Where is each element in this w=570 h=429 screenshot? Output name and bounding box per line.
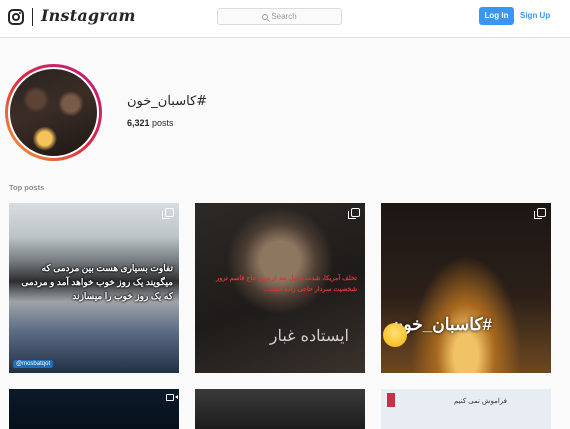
signup-link[interactable]: Sign Up	[520, 7, 550, 25]
post-6-caption: فراموش نمی کنیم	[454, 398, 507, 405]
post-2-caption: تخلف آمریکا، شدت تحمل بعد از ترور حاج قا…	[216, 275, 357, 293]
bookmark-ribbon-icon	[387, 393, 395, 407]
video-icon	[166, 394, 178, 401]
multi-photo-icon	[162, 208, 174, 219]
instagram-wordmark[interactable]: Instagram	[41, 6, 136, 25]
search-input[interactable]: Search	[217, 8, 342, 25]
post-tile-2[interactable]: تخلف آمریکا، شدت تحمل بعد از ترور حاج قا…	[195, 203, 365, 373]
post-count-value: 6,321	[127, 118, 150, 128]
login-button[interactable]: Log In	[479, 7, 514, 25]
hashtag-title: #کاسبان_خون	[127, 94, 208, 109]
post-tile-6[interactable]: فراموش نمی کنیم	[381, 389, 551, 429]
top-posts-heading: Top posts	[9, 183, 45, 192]
post-tile-4[interactable]	[9, 389, 179, 429]
post-2-signature: ایستاده غبار	[269, 326, 349, 345]
top-navigation-bar: Instagram Search Log In Sign Up	[0, 0, 570, 38]
post-tile-1[interactable]: تفاوت بسیاری هست بین مردمی که میگویند یک…	[9, 203, 179, 373]
crying-emoji-icon	[383, 323, 407, 347]
post-tile-3[interactable]: #کاسبان_خون	[381, 203, 551, 373]
search-placeholder: Search	[271, 12, 297, 21]
logo-divider	[32, 8, 33, 26]
hashtag-avatar-image	[8, 67, 99, 158]
instagram-camera-icon[interactable]	[8, 9, 24, 25]
search-icon	[262, 13, 269, 20]
post-count-suffix: posts	[152, 118, 174, 128]
hashtag-avatar	[5, 64, 102, 161]
multi-photo-icon	[534, 208, 546, 219]
multi-photo-icon	[348, 208, 360, 219]
post-1-caption: تفاوت بسیاری هست بین مردمی که میگویند یک…	[21, 263, 173, 301]
post-1-handle: @mosbatqot	[13, 360, 54, 368]
post-count: 6,321 posts	[127, 118, 174, 128]
post-tile-5[interactable]	[195, 389, 365, 429]
